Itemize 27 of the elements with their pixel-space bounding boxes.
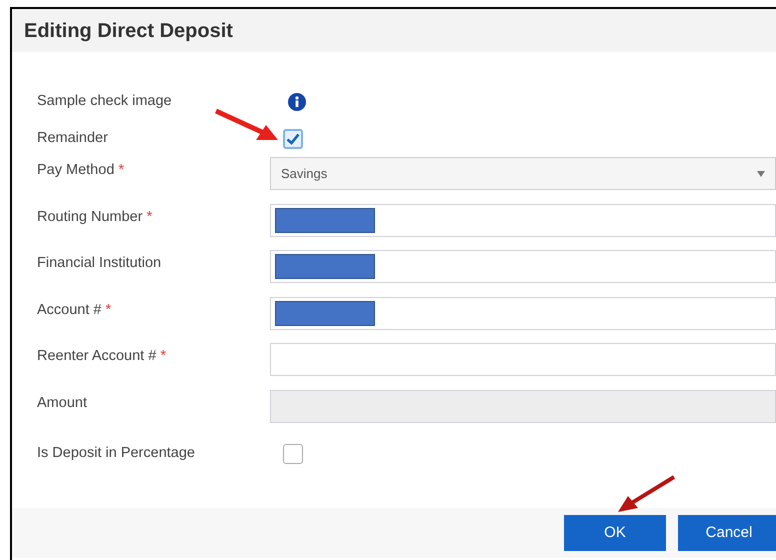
field-label: Routing Number (36, 208, 143, 226)
field-label: Pay Method (36, 161, 114, 180)
input-field[interactable] (270, 250, 776, 283)
checkbox[interactable] (283, 444, 303, 464)
ok-button[interactable]: OK (564, 515, 666, 551)
cancel-button[interactable]: Cancel (678, 515, 776, 551)
field-label: Financial Institution (36, 254, 162, 273)
input-field[interactable] (270, 204, 776, 236)
field-label: Remainder (36, 129, 108, 148)
caret-icon (757, 170, 765, 176)
required-asterisk: * (159, 347, 166, 366)
info-icon[interactable] (288, 92, 306, 110)
annotation-arrow (616, 474, 676, 514)
input-field[interactable] (270, 296, 776, 330)
annotation-arrow (214, 108, 280, 142)
field-label: Is Deposit in Percentage (36, 444, 195, 464)
required-asterisk: * (146, 208, 152, 226)
dialog-title: Editing Direct Deposit (24, 18, 233, 44)
field-label: Amount (36, 394, 87, 412)
required-asterisk: * (104, 300, 112, 320)
checkbox[interactable] (283, 129, 303, 149)
field-label: Reenter Account # (36, 347, 156, 366)
pay-method-dropdown[interactable]: Savings (270, 157, 776, 190)
field-label: Sample check image (36, 92, 172, 111)
required-asterisk: * (117, 161, 124, 180)
input-field[interactable] (270, 343, 776, 376)
field-label: Account # (36, 300, 102, 320)
